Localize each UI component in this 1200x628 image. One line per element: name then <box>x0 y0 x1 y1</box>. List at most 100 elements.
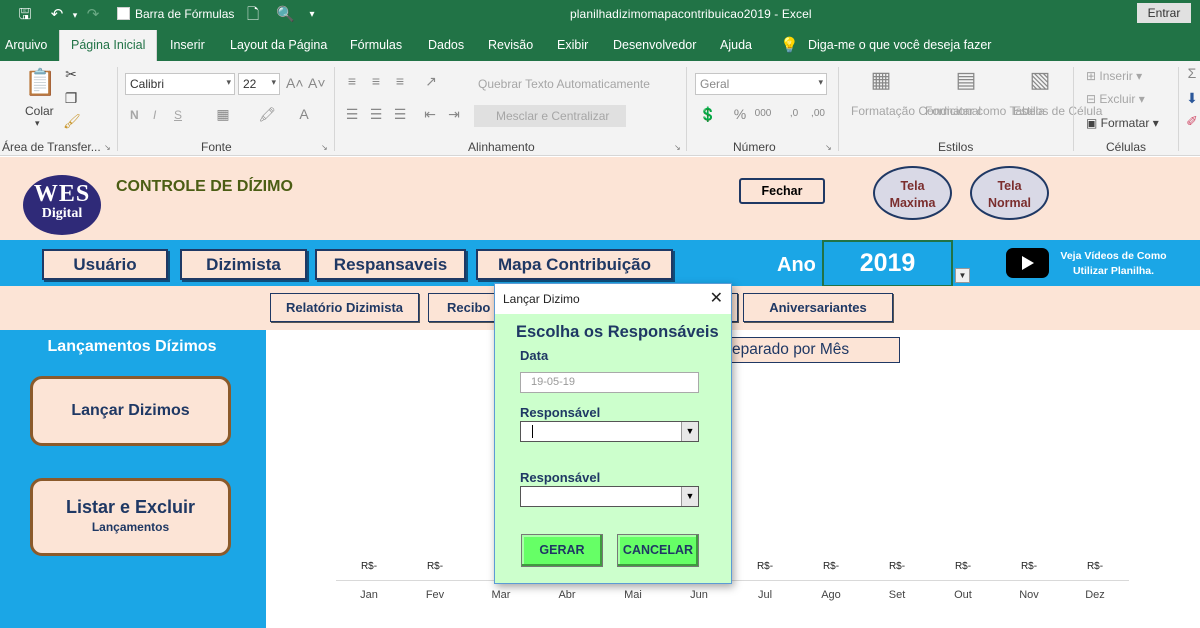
nav-responsible-button[interactable]: Respansaveis <box>315 249 466 280</box>
save-icon[interactable]: 🖫 <box>16 6 34 24</box>
insert-cells-button[interactable]: ⊞ Inserir ▾ <box>1086 69 1142 83</box>
year-cell[interactable]: 2019 <box>822 240 953 287</box>
print-preview-icon[interactable]: 🔍 <box>276 6 295 24</box>
nav-user-button[interactable]: Usuário <box>42 249 168 280</box>
tab-insert[interactable]: Inserir <box>170 38 205 52</box>
responsible-2-select[interactable]: ▼ <box>520 486 699 507</box>
paste-icon[interactable]: 📋 <box>24 67 56 101</box>
borders-icon[interactable]: ▦ <box>214 106 232 123</box>
tab-help[interactable]: Ajuda <box>720 38 752 52</box>
fill-icon[interactable]: ⬇ <box>1184 90 1200 107</box>
decrease-decimal-icon[interactable]: ,00 <box>808 108 828 119</box>
copy-icon[interactable]: ❐ <box>63 90 79 107</box>
number-launcher-icon[interactable]: ↘ <box>825 143 832 152</box>
video-link[interactable]: Veja Vídeos de Como Utilizar Planilha. <box>1056 249 1171 279</box>
lightbulb-icon: 💡 <box>780 37 799 54</box>
percent-icon[interactable]: % <box>733 106 747 122</box>
sign-in-button[interactable]: Entrar <box>1137 3 1191 23</box>
increase-indent-icon[interactable]: ⇥ <box>446 106 462 123</box>
tither-report-button[interactable]: Relatório Dizimista <box>270 293 419 322</box>
align-center-icon[interactable]: ☰ <box>368 106 384 123</box>
orientation-icon[interactable]: ↗ <box>422 73 440 90</box>
normal-screen-button[interactable]: Tela Normal <box>970 166 1049 220</box>
clipboard-launcher-icon[interactable]: ↘ <box>104 143 111 152</box>
align-bottom-icon[interactable]: ≡ <box>392 73 408 89</box>
tab-page-layout[interactable]: Layout da Página <box>230 38 327 52</box>
new-file-icon[interactable]: 🗋 <box>244 6 262 24</box>
undo-icon[interactable]: ↶ <box>48 6 66 24</box>
font-name-select[interactable]: Calibri ▾ <box>125 73 235 95</box>
chart-tick-label: Nov <box>1019 589 1039 601</box>
close-button[interactable]: Fechar <box>739 178 825 204</box>
chart-tick-label: Jan <box>360 589 378 601</box>
chevron-down-icon[interactable]: ▼ <box>681 487 698 506</box>
conditional-format-icon[interactable]: ▦ <box>866 67 896 93</box>
nav-tither-button[interactable]: Dizimista <box>180 249 307 280</box>
format-painter-icon[interactable]: 🖌 <box>63 113 81 130</box>
paste-button[interactable]: Colar <box>25 104 54 118</box>
wrap-text-button[interactable]: Quebrar Texto Automaticamente <box>478 77 650 91</box>
comma-style-icon[interactable]: 000 <box>753 108 773 119</box>
group-separator <box>1073 67 1074 151</box>
italic-button[interactable]: I <box>153 108 156 122</box>
close-icon[interactable]: ✕ <box>710 288 723 308</box>
insert-cells-label: Inserir <box>1099 69 1133 83</box>
tab-home[interactable]: Página Inicial <box>59 30 158 61</box>
align-middle-icon[interactable]: ≡ <box>368 73 384 89</box>
font-launcher-icon[interactable]: ↘ <box>321 143 328 152</box>
chevron-down-icon[interactable]: ▼ <box>681 422 698 441</box>
align-right-icon[interactable]: ☰ <box>392 106 408 123</box>
paste-dropdown-icon[interactable]: ▾ <box>35 118 40 129</box>
delete-cells-button[interactable]: ⊟ Excluir ▾ <box>1086 92 1145 106</box>
underline-button[interactable]: S <box>174 108 182 122</box>
font-name-value: Calibri <box>130 77 165 91</box>
autosum-icon[interactable]: Σ <box>1184 65 1200 81</box>
tab-developer[interactable]: Desenvolvedor <box>613 38 696 52</box>
undo-dropdown-icon[interactable]: ▾ <box>66 6 84 24</box>
bold-button[interactable]: N <box>130 108 139 122</box>
date-field[interactable]: 19-05-19 <box>520 372 699 393</box>
tab-formulas[interactable]: Fórmulas <box>350 38 402 52</box>
cut-icon[interactable]: ✂ <box>63 66 79 83</box>
format-table-icon[interactable]: ▤ <box>951 67 981 93</box>
font-color-icon[interactable]: A <box>296 106 312 122</box>
list-delete-button[interactable]: Listar e Excluir Lançamentos <box>30 478 231 556</box>
max-screen-line1: Tela <box>900 179 925 193</box>
align-top-icon[interactable]: ≡ <box>344 73 360 89</box>
launch-tithe-button[interactable]: Lançar Dizimos <box>30 376 231 446</box>
group-separator <box>686 67 687 151</box>
increase-font-icon[interactable]: A˄ <box>286 75 304 91</box>
merge-center-button[interactable]: Mesclar e Centralizar <box>496 109 609 123</box>
format-cells-button[interactable]: ▣ Formatar ▾ <box>1086 116 1159 130</box>
increase-decimal-icon[interactable]: ,0 <box>784 108 804 119</box>
align-left-icon[interactable]: ☰ <box>344 106 360 123</box>
tab-data[interactable]: Dados <box>428 38 464 52</box>
list-delete-line2: Lançamentos <box>91 520 170 534</box>
alignment-launcher-icon[interactable]: ↘ <box>674 143 681 152</box>
decrease-indent-icon[interactable]: ⇤ <box>422 106 438 123</box>
font-size-select[interactable]: 22 ▾ <box>238 73 280 95</box>
tab-view[interactable]: Exibir <box>557 38 588 52</box>
tab-review[interactable]: Revisão <box>488 38 533 52</box>
clear-icon[interactable]: ✐ <box>1184 113 1200 130</box>
cancel-button[interactable]: CANCELAR <box>617 534 699 567</box>
cell-styles-icon[interactable]: ▧ <box>1025 67 1055 93</box>
currency-icon[interactable]: 💲 <box>697 106 719 123</box>
nav-contribution-map-button[interactable]: Mapa Contribuição <box>476 249 673 280</box>
chart-data-label: R$- <box>426 561 444 572</box>
generate-button[interactable]: GERAR <box>521 534 603 567</box>
formula-bar-checkbox[interactable] <box>117 7 130 20</box>
youtube-icon[interactable] <box>1006 248 1049 278</box>
customize-toolbar-icon[interactable]: ▾ <box>303 6 321 24</box>
birthdays-button[interactable]: Aniversariantes <box>743 293 893 322</box>
max-screen-button[interactable]: Tela Maxima <box>873 166 952 220</box>
number-format-select[interactable]: Geral ▾ <box>695 73 827 95</box>
fill-color-icon[interactable]: 🖍 <box>258 106 276 123</box>
year-dropdown-icon[interactable]: ▼ <box>955 268 970 283</box>
chart-data-label: R$- <box>756 561 774 572</box>
responsible-1-select[interactable]: ▼ <box>520 421 699 442</box>
decrease-font-icon[interactable]: A˅ <box>308 75 326 91</box>
tab-file[interactable]: Arquivo <box>5 38 47 52</box>
formula-bar-label[interactable]: Barra de Fórmulas <box>135 7 234 21</box>
tell-me-search[interactable]: Diga-me o que você deseja fazer <box>808 38 991 52</box>
